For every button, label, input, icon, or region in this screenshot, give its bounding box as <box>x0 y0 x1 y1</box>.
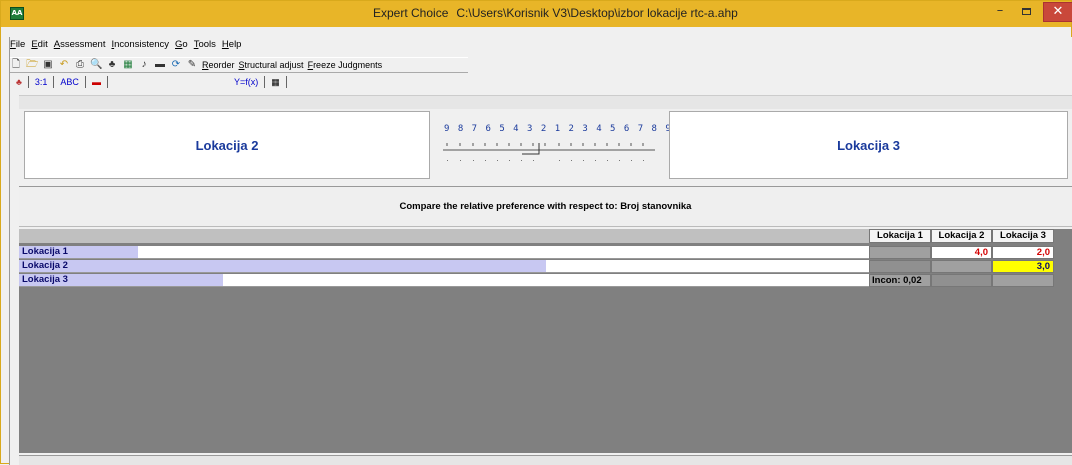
wand-icon[interactable]: ✎ <box>186 59 198 71</box>
open-folder-icon[interactable]: 🗁 <box>26 59 38 71</box>
right-element-panel[interactable]: Lokacija 3 <box>669 111 1068 179</box>
matrix-row-lokacija-3[interactable]: Lokacija 3 <box>19 274 869 287</box>
close-button[interactable]: ✕ <box>1043 2 1072 22</box>
music-note-icon[interactable]: ♪ <box>138 59 150 71</box>
cell-r2-c2 <box>931 260 992 273</box>
matrix-row-lokacija-1[interactable]: Lokacija 1 <box>19 246 869 259</box>
keyboard-icon[interactable]: ▬ <box>154 59 166 71</box>
menu-tools[interactable]: Tools <box>194 39 216 55</box>
print-preview-icon[interactable]: 🔍 <box>90 59 102 71</box>
maximize-icon <box>1021 8 1031 15</box>
undo-icon[interactable]: ↶ <box>58 59 70 71</box>
menu-help[interactable]: Help <box>222 39 242 55</box>
matrix-row-lokacija-2[interactable]: Lokacija 2 <box>19 260 869 273</box>
matrix-header-strip <box>19 229 869 243</box>
cell-r1-c3[interactable]: 2,0 <box>992 246 1054 259</box>
row-label: Lokacija 2 <box>22 260 68 271</box>
comparison-prompt: Compare the relative preference with res… <box>19 186 1072 227</box>
judgment-scale[interactable]: 9 8 7 6 5 4 3 2 1 2 3 4 5 6 7 8 9 <box>433 113 671 175</box>
menu-go[interactable]: Go <box>175 39 188 55</box>
maximize-button[interactable] <box>1013 2 1039 22</box>
table-grid-icon[interactable]: ▦ <box>265 76 287 88</box>
minimize-button[interactable]: – <box>987 2 1013 22</box>
menu-file[interactable]: File <box>10 39 25 55</box>
row-label: Lokacija 1 <box>22 246 68 257</box>
row-label: Lokacija 3 <box>22 274 68 285</box>
calculator-icon[interactable]: ▦ <box>122 59 134 71</box>
inconsistency-ratio: Incon: 0,02 <box>869 274 931 287</box>
menu-edit[interactable]: Edit <box>31 39 47 55</box>
save-icon[interactable]: ▣ <box>42 59 54 71</box>
left-element-panel[interactable]: Lokacija 2 <box>24 111 430 179</box>
comparison-matrix: Lokacija 1 Lokacija 2 Lokacija 3 Lokacij… <box>19 229 1072 453</box>
verbal-mode-tab[interactable]: ABC <box>54 76 86 88</box>
reorder-button[interactable]: Reorder <box>202 60 235 70</box>
menu-bar: File Edit Assessment Inconsistency Go To… <box>10 39 241 55</box>
new-file-icon[interactable]: 🗋 <box>10 59 22 71</box>
cell-r3-c2 <box>931 274 992 287</box>
column-header-lokacija-3[interactable]: Lokacija 3 <box>992 229 1054 243</box>
file-path: C:\Users\Korisnik V3\Desktop\izbor lokac… <box>456 6 738 20</box>
formula-mode-tab[interactable]: Y=f(x) <box>228 76 266 88</box>
cell-r3-c3 <box>992 274 1054 287</box>
main-toolbar: 🗋 🗁 ▣ ↶ ⎙ 🔍 ♣ ▦ ♪ ▬ ⟳ ✎ Reorder Structur… <box>10 57 468 73</box>
mode-toolbar: ♣ 3:1 ABC ▬ Y=f(x) ▦ <box>10 75 1068 89</box>
title-bar[interactable]: AA Expert Choice C:\Users\Korisnik V3\Des… <box>1 1 1072 27</box>
column-header-lokacija-1[interactable]: Lokacija 1 <box>869 229 931 243</box>
app-name: Expert Choice <box>373 6 449 20</box>
priority-bar <box>19 260 546 272</box>
menu-assessment[interactable]: Assessment <box>54 39 106 55</box>
structural-adjust-button[interactable]: Structural adjust <box>239 60 304 70</box>
scale-slider-thumb <box>522 143 540 155</box>
numerical-mode-tab[interactable]: 3:1 <box>29 76 55 88</box>
color-palette-icon[interactable]: ♣ <box>10 76 29 88</box>
print-icon[interactable]: ⎙ <box>74 59 86 71</box>
cell-r1-c2[interactable]: 4,0 <box>931 246 992 259</box>
separator-strip <box>19 95 1072 109</box>
freeze-judgments-button[interactable]: Freeze Judgments <box>308 60 383 70</box>
scale-ruler[interactable] <box>433 113 667 175</box>
cell-r2-c3-selected[interactable]: 3,0 <box>992 260 1054 273</box>
app-window: AA Expert Choice C:\Users\Korisnik V3\Des… <box>0 0 1072 465</box>
refresh-icon[interactable]: ⟳ <box>170 59 182 71</box>
expert-choice-app-icon[interactable]: AA <box>10 7 24 20</box>
graphical-mode-icon[interactable]: ▬ <box>86 76 108 88</box>
window-title: Expert Choice C:\Users\Korisnik V3\Deskto… <box>373 6 738 20</box>
hierarchy-icon[interactable]: ♣ <box>106 59 118 71</box>
cell-r1-c1 <box>869 246 931 259</box>
menu-inconsistency[interactable]: Inconsistency <box>111 39 169 55</box>
column-header-lokacija-2[interactable]: Lokacija 2 <box>931 229 992 243</box>
cell-r2-c1 <box>869 260 931 273</box>
